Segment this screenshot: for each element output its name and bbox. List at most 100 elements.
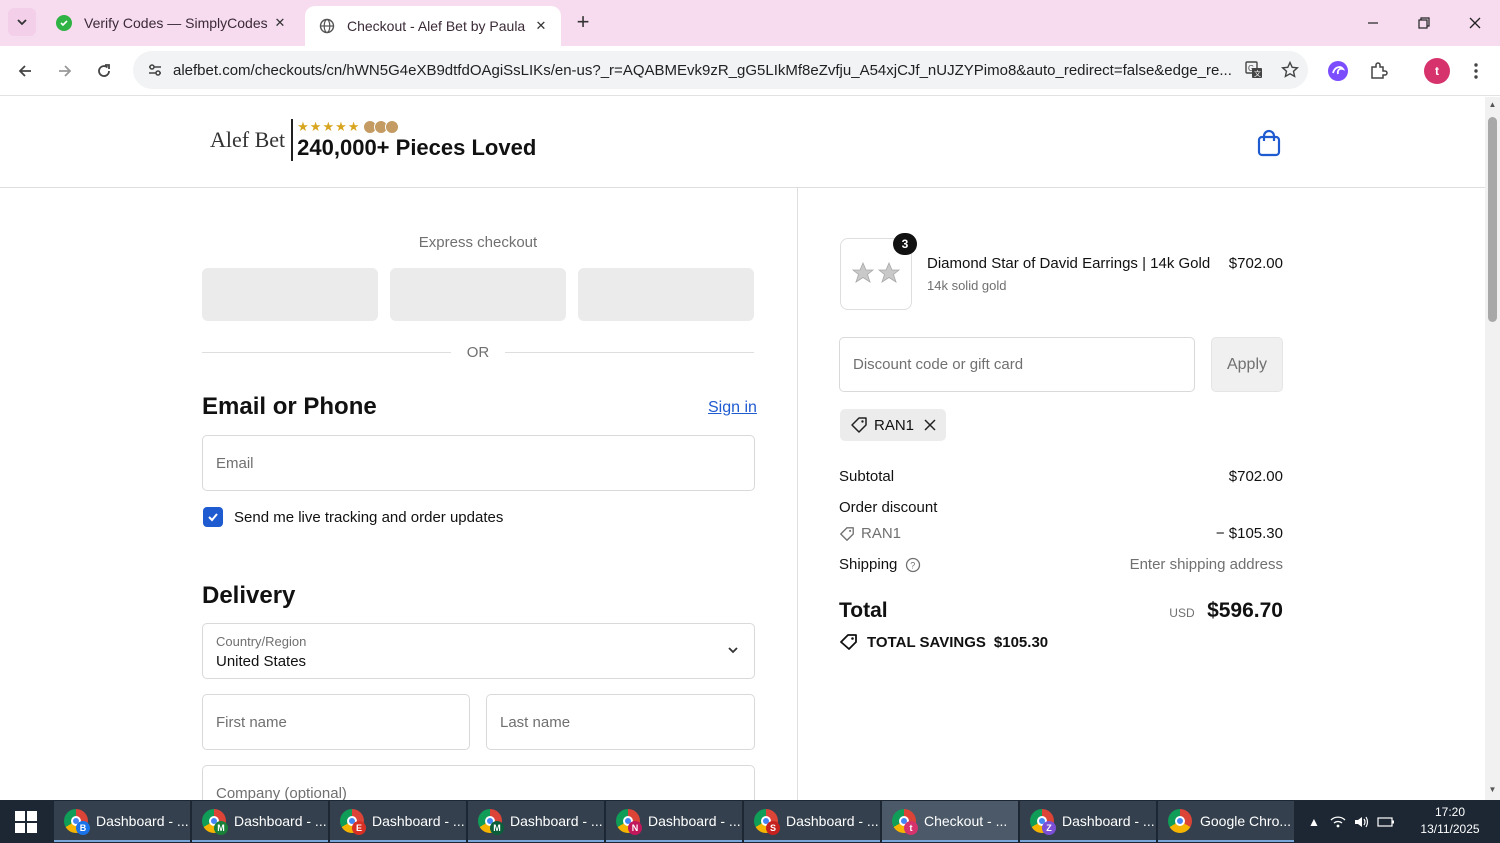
reload-icon	[98, 64, 110, 77]
wifi-icon[interactable]	[1326, 800, 1350, 843]
discount-code-label: RAN1	[861, 525, 902, 542]
taskbar-item-label: Dashboard - ...	[648, 812, 741, 829]
discount-code-row: RAN1 − $105.30	[839, 525, 1283, 542]
site-info-icon[interactable]	[137, 62, 173, 78]
taskbar-item-label: Checkout - ...	[924, 812, 1008, 829]
country-select[interactable]: Country/Region United States	[202, 623, 755, 679]
profile-avatar[interactable]: t	[1424, 58, 1450, 84]
or-label: OR	[466, 343, 490, 361]
taskbar-item[interactable]: M Dashboard - ...	[192, 801, 328, 842]
express-pay-button-3[interactable]	[578, 268, 754, 321]
taskbar-item[interactable]: Google Chro...	[1158, 801, 1294, 842]
country-value: United States	[216, 653, 307, 670]
apply-discount-button[interactable]: Apply	[1211, 337, 1283, 392]
total-label: Total	[839, 599, 888, 622]
tag-icon	[851, 417, 867, 433]
chrome-icon	[1168, 808, 1192, 833]
rating-stars: ★★★★★	[297, 119, 536, 135]
customer-avatars	[363, 120, 400, 134]
close-tab-icon[interactable]: ✕	[270, 15, 290, 31]
country-label: Country/Region	[216, 634, 307, 649]
total-savings: TOTAL SAVINGS $105.30	[839, 633, 1048, 651]
translate-icon[interactable]: G文	[1236, 60, 1272, 80]
discount-field-wrapper	[839, 337, 1195, 392]
browser-menu-icon[interactable]	[1463, 58, 1489, 84]
close-window-button[interactable]	[1452, 8, 1498, 38]
last-name-field[interactable]	[487, 695, 754, 749]
back-button[interactable]	[10, 56, 40, 86]
logo-divider	[291, 119, 294, 161]
close-icon	[1469, 17, 1481, 29]
earrings-image-icon	[851, 261, 901, 283]
first-name-field[interactable]	[203, 695, 469, 749]
scroll-down-icon[interactable]: ▼	[1488, 785, 1497, 794]
minimize-button[interactable]	[1350, 8, 1396, 38]
currency-code: USD	[1169, 606, 1195, 620]
reload-button[interactable]	[89, 56, 119, 86]
taskbar-item[interactable]: N Dashboard - ...	[606, 801, 742, 842]
system-clock[interactable]: 17:20 13/11/2025	[1408, 804, 1492, 838]
checkbox-checked-icon[interactable]	[203, 507, 223, 527]
tag-icon	[840, 526, 854, 541]
shipping-label: Shipping	[839, 556, 898, 573]
marketing-opt-in[interactable]: Send me live tracking and order updates	[203, 507, 503, 527]
savings-value: $105.30	[993, 633, 1049, 651]
simplycodes-favicon-icon	[56, 15, 72, 31]
order-discount-label: Order discount	[839, 499, 938, 516]
browser-tab-bar: Verify Codes — SimplyCodes ✕ Checkout - …	[0, 0, 1500, 46]
express-pay-button-2[interactable]	[390, 268, 566, 321]
profile-badge: M	[490, 821, 504, 835]
svg-text:?: ?	[911, 560, 916, 570]
battery-icon[interactable]	[1374, 800, 1398, 843]
show-hidden-icons-icon[interactable]: ▲	[1302, 800, 1326, 843]
extensions-puzzle-icon[interactable]	[1365, 58, 1391, 84]
restore-button[interactable]	[1401, 8, 1447, 38]
chevron-down-icon	[17, 19, 27, 26]
scroll-up-icon[interactable]: ▲	[1488, 100, 1497, 109]
total-row: Total USD $596.70	[839, 599, 1283, 623]
taskbar-item[interactable]: M Dashboard - ...	[468, 801, 604, 842]
subtotal-value: $702.00	[1228, 468, 1283, 485]
taskbar-item[interactable]: S Dashboard - ...	[744, 801, 880, 842]
taskbar-item-label: Dashboard - ...	[1062, 812, 1155, 829]
new-tab-button[interactable]: +	[570, 10, 596, 36]
restore-icon	[1418, 17, 1430, 29]
company-field[interactable]	[203, 766, 754, 800]
start-button[interactable]	[0, 800, 52, 843]
shopping-bag-icon[interactable]	[1256, 129, 1282, 162]
remove-discount-icon[interactable]	[924, 419, 936, 431]
volume-icon[interactable]	[1350, 800, 1374, 843]
tab-checkout[interactable]: Checkout - Alef Bet by Paula ✕	[305, 6, 561, 46]
marketing-label: Send me live tracking and order updates	[234, 508, 504, 526]
scrollbar-thumb[interactable]	[1488, 117, 1497, 322]
forward-button[interactable]	[50, 56, 80, 86]
extension-swirl-icon[interactable]	[1325, 58, 1351, 84]
logo-tagline: 240,000+ Pieces Loved	[297, 135, 537, 160]
browser-toolbar: alefbet.com/checkouts/cn/hWN5G4eXB9dtfdO…	[0, 46, 1500, 96]
email-field[interactable]	[203, 436, 754, 490]
subtotal-row: Subtotal $702.00	[839, 468, 1283, 485]
quantity-badge: 3	[893, 233, 917, 255]
checkout-page: Alef Bet ★★★★★ 240,000+ Pieces Loved Exp…	[0, 97, 1485, 800]
bookmark-star-icon[interactable]	[1272, 61, 1308, 79]
address-bar[interactable]: alefbet.com/checkouts/cn/hWN5G4eXB9dtfdO…	[133, 51, 1308, 89]
taskbar-item[interactable]: Z Dashboard - ...	[1020, 801, 1156, 842]
page-scrollbar[interactable]: ▲ ▼	[1485, 97, 1500, 800]
help-circle-icon[interactable]: ?	[905, 557, 921, 573]
taskbar-item[interactable]: B Dashboard - ...	[54, 801, 190, 842]
store-logo[interactable]: Alef Bet ★★★★★ 240,000+ Pieces Loved	[210, 119, 536, 161]
close-tab-icon[interactable]: ✕	[531, 18, 551, 34]
sign-in-link[interactable]: Sign in	[708, 399, 757, 417]
discount-code-field[interactable]	[840, 338, 1194, 391]
profile-badge: E	[352, 821, 366, 835]
discount-value: − $105.30	[1215, 525, 1283, 542]
taskbar-item[interactable]: t Checkout - ...	[882, 801, 1018, 842]
express-pay-button-1[interactable]	[202, 268, 378, 321]
tab-simplycodes[interactable]: Verify Codes — SimplyCodes ✕	[42, 6, 300, 40]
company-wrapper	[202, 765, 755, 800]
taskbar-item[interactable]: E Dashboard - ...	[330, 801, 466, 842]
savings-label: TOTAL SAVINGS	[867, 633, 986, 651]
taskbar-item-label: Google Chro...	[1200, 812, 1292, 829]
arrow-left-icon	[18, 65, 31, 77]
tab-search-button[interactable]	[8, 8, 36, 36]
